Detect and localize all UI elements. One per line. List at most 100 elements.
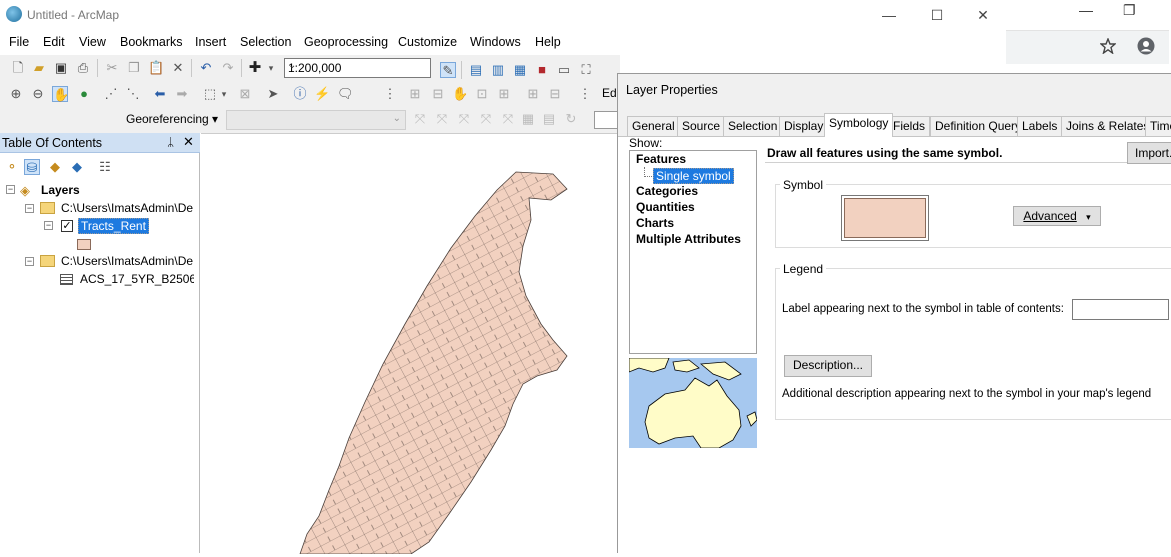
renderer-charts[interactable]: Charts [636, 216, 674, 230]
tab-selection[interactable]: Selection [723, 116, 783, 136]
tab-joins-relates[interactable]: Joins & Relates [1061, 116, 1155, 136]
go-back-icon[interactable]: ⬅ [152, 86, 168, 102]
description-button[interactable]: Description... [784, 355, 872, 377]
close-icon[interactable]: ✕ [183, 134, 194, 150]
full-extent-icon[interactable]: ● [76, 86, 92, 102]
delete-icon[interactable]: ✕ [170, 60, 186, 76]
editor-toolbar-icon[interactable]: ✎ [440, 62, 456, 78]
link-table-icon[interactable]: ▤ [541, 111, 557, 127]
close-button[interactable]: ✕ [960, 4, 1006, 26]
rotate-icon[interactable]: ↻ [563, 111, 579, 127]
georef-tool-icon[interactable]: ⤧ [434, 111, 450, 127]
georef-tool-icon[interactable]: ⤧ [456, 111, 472, 127]
layer-visibility-checkbox[interactable]: ✓ [61, 220, 73, 232]
restore-button[interactable]: ❐ [1123, 2, 1136, 19]
pan-icon[interactable]: ✋ [52, 86, 69, 102]
menu-windows[interactable]: Windows [470, 35, 521, 49]
layout-tool-icon[interactable]: ⊞ [496, 86, 512, 102]
standalone-table[interactable]: ACS_17_5YR_B25063_w [80, 272, 194, 286]
new-document-icon[interactable]: 🗋 [10, 60, 26, 76]
copy-icon[interactable]: ❐ [126, 60, 142, 76]
minimize-button[interactable]: — [1079, 2, 1093, 18]
chevron-down-icon[interactable]: ▾ [216, 86, 232, 102]
go-forward-icon[interactable]: ➡ [174, 86, 190, 102]
georeferencing-layer-combo[interactable]: ⌄ [226, 110, 406, 130]
identify-icon[interactable]: ⓘ [292, 86, 308, 102]
workspace-path[interactable]: C:\Users\ImatsAdmin\De [61, 201, 193, 215]
save-icon[interactable]: ▣ [53, 60, 69, 76]
star-icon[interactable] [1100, 38, 1116, 54]
fixed-zoom-out-icon[interactable]: ⋱ [125, 86, 141, 102]
collapse-icon[interactable]: − [44, 221, 53, 230]
layout-tool-icon[interactable]: ⊟ [430, 86, 446, 102]
map-scale-combo[interactable]: 1:200,000 ⌄ [284, 58, 431, 78]
tab-symbology[interactable]: Symbology [824, 113, 894, 137]
menu-file[interactable]: File [9, 35, 29, 49]
import-button[interactable]: Import... [1127, 142, 1171, 164]
renderer-categories[interactable]: Categories [636, 184, 698, 198]
menu-selection[interactable]: Selection [240, 35, 291, 49]
hyperlink-icon[interactable]: ⚡ [314, 86, 330, 102]
pin-icon[interactable]: ᛦ [167, 135, 174, 149]
layout-tool-icon[interactable]: ⊞ [407, 86, 423, 102]
renderer-quantities[interactable]: Quantities [636, 200, 695, 214]
menu-help[interactable]: Help [535, 35, 561, 49]
renderer-features[interactable]: Features [636, 152, 686, 166]
layer-symbol-swatch[interactable] [77, 239, 91, 250]
search-window-icon[interactable]: ▦ [512, 62, 528, 78]
paste-icon[interactable]: 📋 [148, 60, 164, 76]
collapse-icon[interactable]: − [6, 185, 15, 194]
workspace-path[interactable]: C:\Users\ImatsAdmin\De [61, 254, 193, 268]
menu-bookmarks[interactable]: Bookmarks [120, 35, 183, 49]
chevron-down-icon[interactable]: ▾ [263, 60, 279, 76]
legend-label-input[interactable] [1072, 299, 1169, 320]
toolbar-overflow-icon[interactable]: ⋮ [382, 86, 398, 102]
collapse-icon[interactable]: − [25, 204, 34, 213]
toolbar-overflow-icon[interactable]: ⋮ [577, 86, 593, 102]
options-icon[interactable]: ☷ [97, 159, 113, 175]
menu-geoprocessing[interactable]: Geoprocessing [304, 35, 388, 49]
list-by-source-icon[interactable]: ⛁ [24, 159, 40, 175]
layer-tracts-rent[interactable]: Tracts_Rent [78, 218, 149, 234]
print-icon[interactable]: ⎙ [75, 60, 91, 76]
arctoolbox-icon[interactable]: ■ [534, 62, 550, 78]
map-view[interactable] [201, 133, 618, 555]
tab-fields[interactable]: Fields [888, 116, 931, 136]
cut-icon[interactable]: ✂ [104, 60, 120, 76]
menu-view[interactable]: View [79, 35, 106, 49]
link-table-icon[interactable]: ▦ [520, 111, 536, 127]
tab-labels[interactable]: Labels [1017, 116, 1063, 136]
georef-tool-icon[interactable]: ⤧ [412, 111, 428, 127]
menu-customize[interactable]: Customize [398, 35, 457, 49]
georef-input[interactable] [594, 111, 618, 129]
symbol-button[interactable] [841, 195, 929, 241]
add-data-icon[interactable]: ✚ [247, 60, 263, 76]
minimize-button[interactable]: — [866, 4, 912, 26]
zoom-in-icon[interactable]: ⊕ [8, 86, 24, 102]
account-icon[interactable] [1137, 37, 1155, 55]
maximize-button[interactable]: ☐ [914, 4, 960, 26]
model-builder-icon[interactable]: ⛶ [578, 62, 594, 78]
python-window-icon[interactable]: ▭ [556, 62, 572, 78]
redo-icon[interactable]: ↷ [220, 60, 236, 76]
list-by-selection-icon[interactable]: ◆ [69, 159, 85, 175]
layout-tool-icon[interactable]: ⊡ [474, 86, 490, 102]
menu-edit[interactable]: Edit [43, 35, 65, 49]
clear-selection-icon[interactable]: ⊠ [237, 86, 253, 102]
list-by-visibility-icon[interactable]: ◆ [47, 159, 63, 175]
georef-tool-icon[interactable]: ⤧ [478, 111, 494, 127]
select-elements-icon[interactable]: ➤ [265, 86, 281, 102]
html-popup-icon[interactable]: 🗨 [337, 86, 354, 102]
collapse-icon[interactable]: − [25, 257, 34, 266]
undo-icon[interactable]: ↶ [198, 60, 214, 76]
fixed-zoom-in-icon[interactable]: ⋰ [103, 86, 119, 102]
table-of-contents-icon[interactable]: ▤ [468, 62, 484, 78]
advanced-button[interactable]: Advanced ▾ [1013, 206, 1101, 226]
tab-display[interactable]: Display [779, 116, 829, 136]
tab-time[interactable]: Time [1145, 116, 1171, 136]
catalog-icon[interactable]: ▥ [490, 62, 506, 78]
tab-general[interactable]: General [627, 116, 680, 136]
layout-pan-icon[interactable]: ✋ [452, 86, 468, 102]
renderer-multiple-attributes[interactable]: Multiple Attributes [636, 232, 741, 246]
menu-insert[interactable]: Insert [195, 35, 226, 49]
